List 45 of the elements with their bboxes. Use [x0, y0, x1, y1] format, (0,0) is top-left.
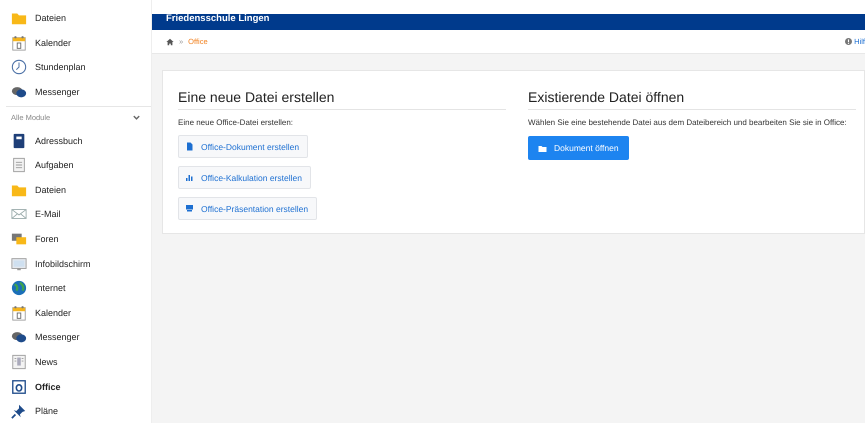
sidebar-item[interactable]: E-Mail — [0, 202, 151, 227]
newspaper-icon — [11, 354, 27, 370]
sidebar-item[interactable]: Stundenplan — [0, 55, 151, 80]
sidebar-item[interactable]: Kalender — [0, 300, 151, 326]
presentation-icon — [185, 204, 194, 213]
sidebar-item[interactable]: Office — [0, 374, 151, 399]
section-heading: Existierende Datei öffnen — [528, 89, 856, 110]
description-text: Eine neue Office-Datei erstellen: — [178, 117, 294, 129]
sidebar-item[interactable]: Kalender — [0, 30, 151, 56]
chat-icon — [11, 84, 27, 100]
sidebar-item[interactable]: Foren — [0, 226, 151, 252]
sidebar-item[interactable]: Messenger — [0, 325, 151, 350]
sidebar-item[interactable]: Messenger — [0, 80, 151, 104]
create-file-button[interactable]: Office-Dokument erstellen — [178, 135, 308, 158]
chat-icon — [11, 329, 27, 346]
clock-icon — [11, 59, 27, 76]
pushpin-icon — [11, 403, 27, 420]
description-text: Wählen Sie eine bestehende Datei aus dem Dateibereich und bearbeiten Sie sie in Office: — [528, 117, 847, 129]
book-icon — [11, 132, 27, 149]
folder-icon — [538, 144, 547, 152]
sidebar-item[interactable]: News — [0, 350, 151, 374]
home-icon[interactable] — [166, 38, 174, 46]
help-icon — [845, 38, 852, 45]
calendar-icon — [11, 304, 27, 321]
sidebar-item[interactable]: Aufgaben — [0, 152, 151, 178]
calendar-icon — [11, 34, 27, 51]
school-name: Friedensschule Lingen — [166, 14, 270, 23]
sidebar-item[interactable]: Infobildschirm — [0, 251, 151, 276]
speech-bubbles-icon — [11, 231, 27, 248]
document-o-icon — [11, 378, 27, 395]
sidebar-item[interactable]: Dateien — [0, 178, 151, 202]
globe-icon — [11, 280, 27, 296]
sidebar-item[interactable]: Dateien — [0, 6, 151, 31]
bar-chart-icon — [185, 173, 194, 182]
chevron-icon[interactable] — [132, 113, 141, 122]
clipboard-icon — [11, 157, 27, 174]
create-file-button[interactable]: Office-Kalkulation erstellen — [178, 166, 311, 189]
monitor-icon — [11, 256, 27, 272]
sidebar-item[interactable]: Internet — [0, 276, 151, 301]
sidebar-item[interactable]: Adressbuch — [0, 128, 151, 153]
section-heading: Eine neue Datei erstellen — [178, 89, 506, 110]
sidebar-item[interactable]: Pläne — [0, 398, 151, 423]
create-file-button[interactable]: Office-Präsentation erstellen — [178, 197, 318, 220]
open-document-button[interactable]: Dokument öffnen — [528, 136, 629, 160]
document-icon — [185, 142, 194, 151]
